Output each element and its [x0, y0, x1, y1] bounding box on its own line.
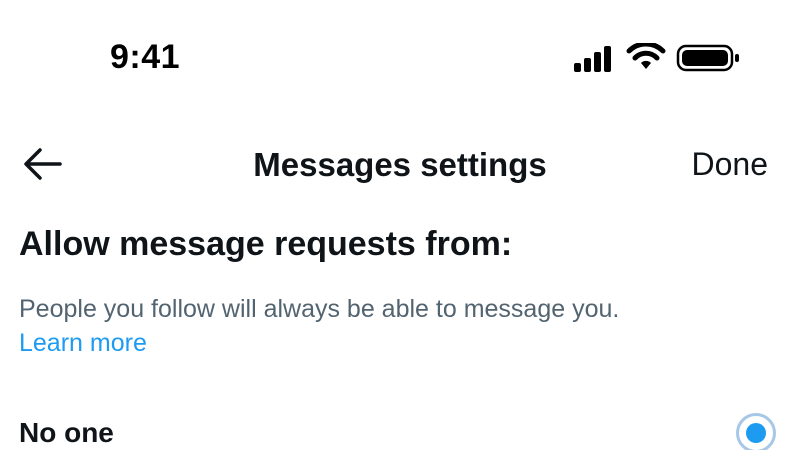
- option-no-one[interactable]: No one: [0, 405, 800, 450]
- option-label: No one: [19, 417, 114, 448]
- radio-dot: [746, 423, 766, 443]
- learn-more-link[interactable]: Learn more: [19, 326, 147, 360]
- section-description: People you follow will always be able to…: [19, 295, 620, 323]
- header-bar: Messages settings Done: [0, 130, 800, 200]
- messages-settings-screen: 9:41 Messages settings Done Allow messag…: [0, 0, 800, 450]
- section-heading: Allow message requests from:: [19, 225, 513, 263]
- status-bar: 9:41: [0, 0, 800, 110]
- status-time: 9:41: [110, 38, 181, 76]
- page-title: Messages settings: [253, 146, 547, 183]
- section-description-block: People you follow will always be able to…: [19, 292, 779, 360]
- radio-selected-icon[interactable]: [736, 413, 776, 450]
- done-button[interactable]: Done: [692, 146, 769, 183]
- arrow-left-icon: [22, 147, 62, 186]
- back-button[interactable]: [16, 142, 68, 190]
